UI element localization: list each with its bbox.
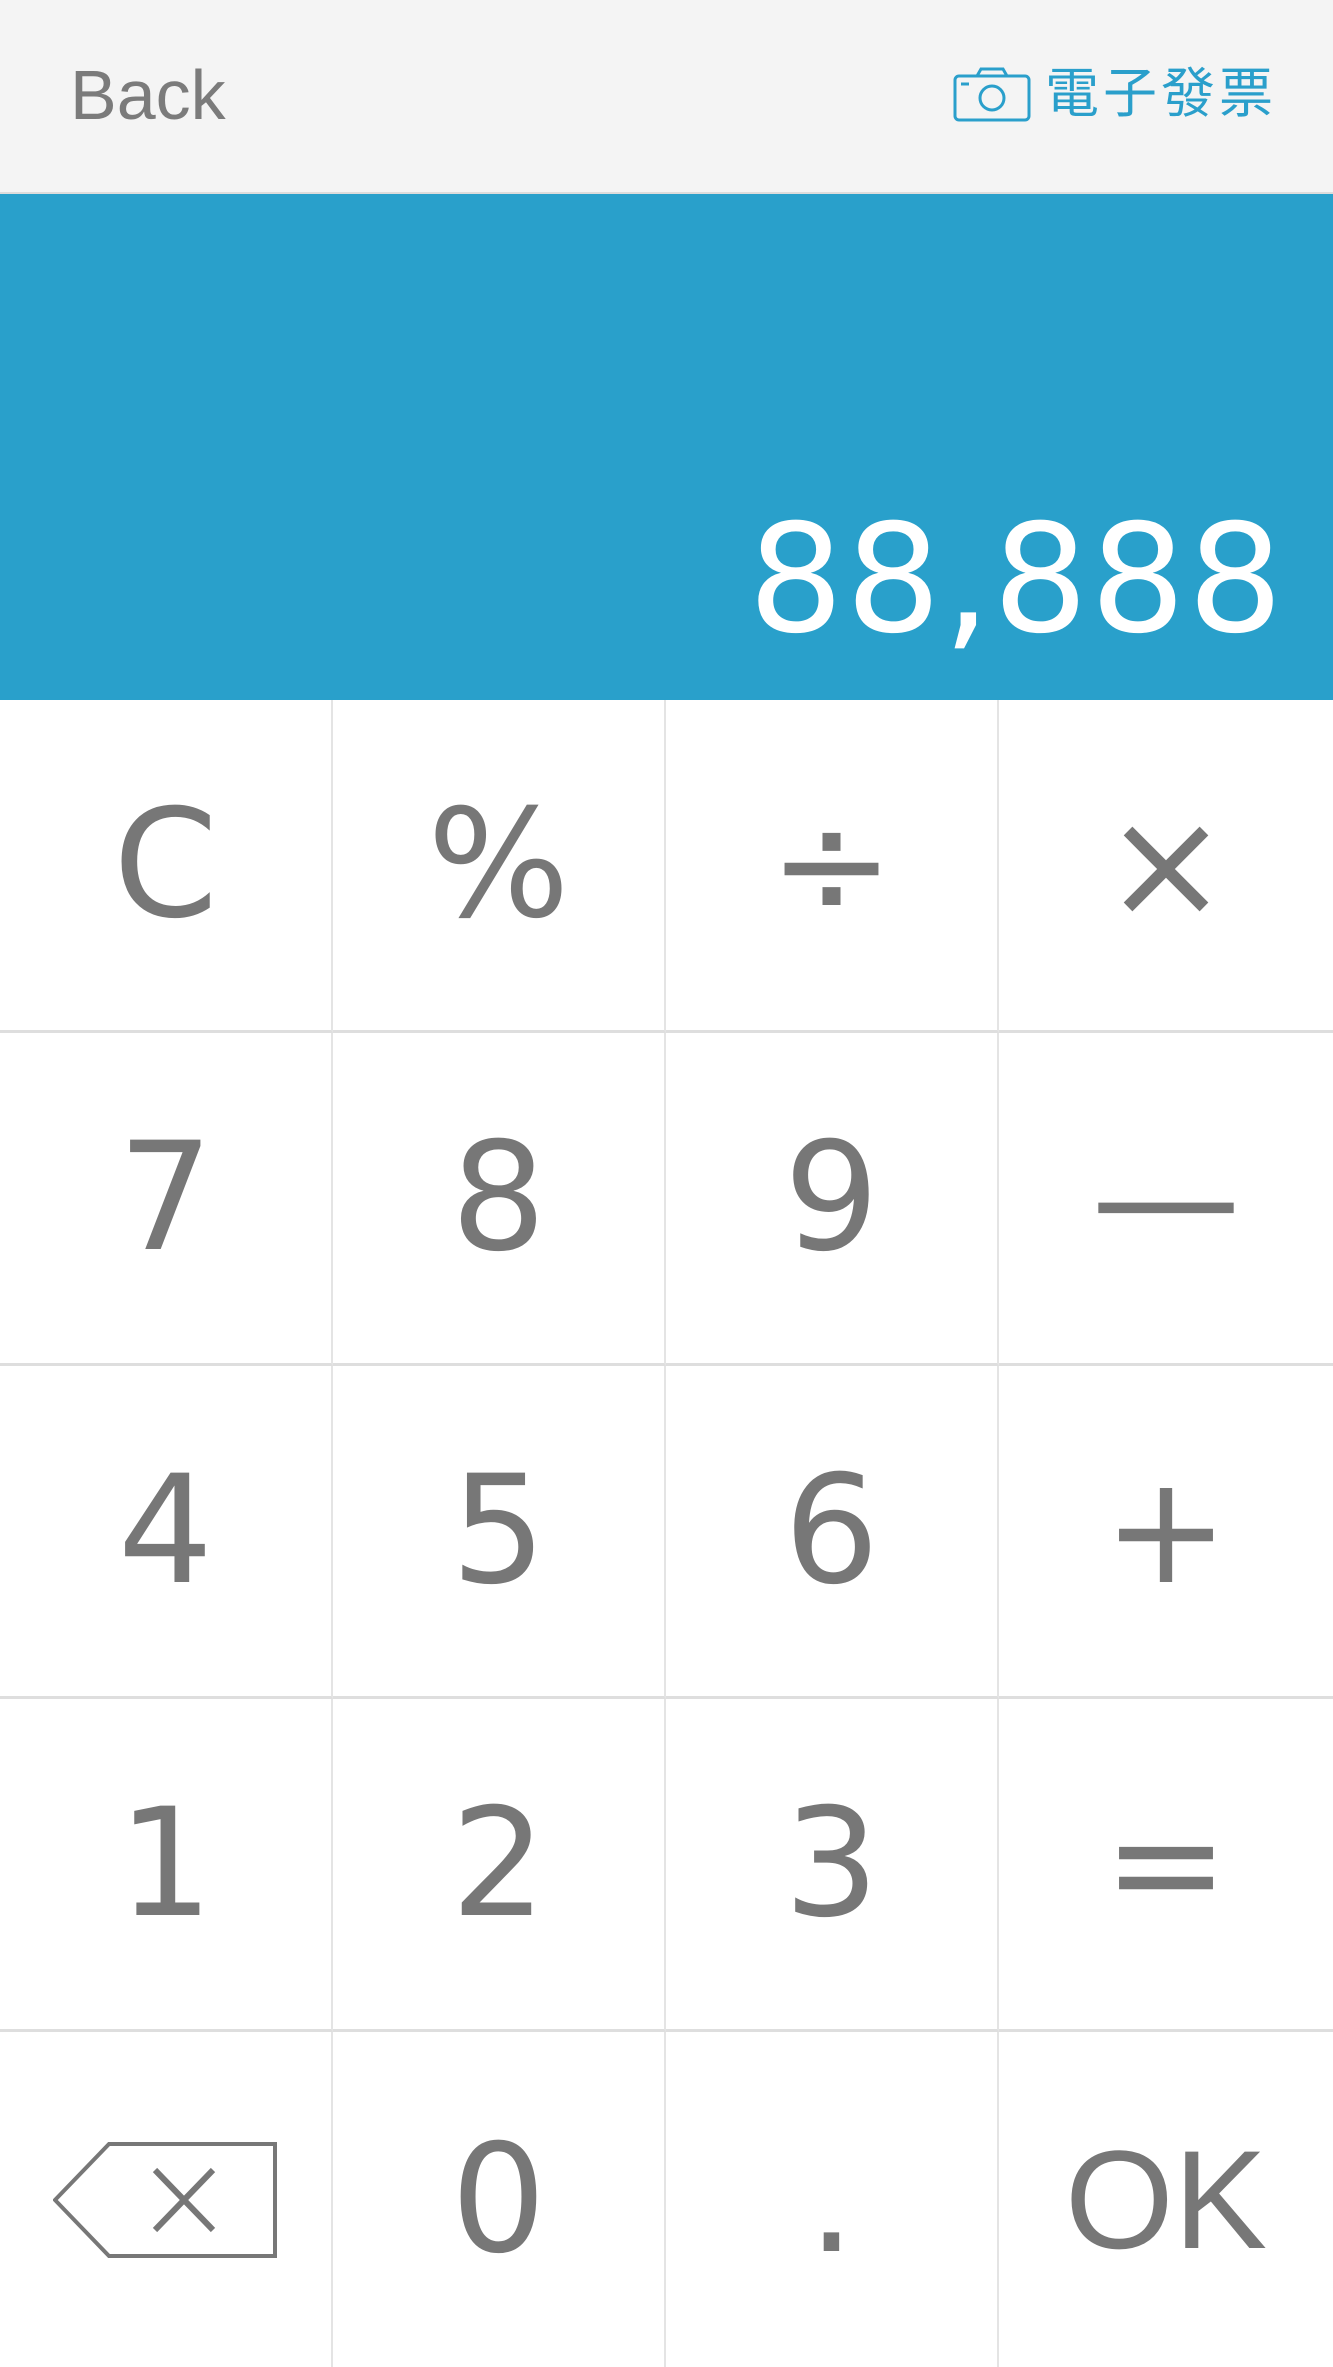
multiply-key-label: × xyxy=(1103,778,1229,952)
digit-0-label: 0 xyxy=(450,2112,547,2287)
digit-9-key[interactable]: 9 xyxy=(666,1033,999,1366)
equals-key-label: = xyxy=(1103,1777,1229,1951)
clear-key[interactable]: C xyxy=(0,700,333,1033)
percent-key-label: % xyxy=(427,778,570,952)
navigation-bar: Back 電子發票 xyxy=(0,0,1333,194)
digit-4-key[interactable]: 4 xyxy=(0,1366,333,1699)
minus-key[interactable]: — xyxy=(999,1033,1333,1366)
percent-key[interactable]: % xyxy=(333,700,666,1033)
digit-3-label: 3 xyxy=(783,1777,880,1951)
minus-key-label: — xyxy=(1091,1111,1241,1285)
digit-7-key[interactable]: 7 xyxy=(0,1033,333,1366)
digit-3-key[interactable]: 3 xyxy=(666,1699,999,2032)
digit-1-key[interactable]: 1 xyxy=(0,1699,333,2032)
backspace-icon xyxy=(52,2141,277,2258)
back-button[interactable]: Back xyxy=(70,50,226,140)
digit-6-key[interactable]: 6 xyxy=(666,1366,999,1699)
decimal-key[interactable]: . xyxy=(666,2032,999,2367)
multiply-key[interactable]: × xyxy=(999,700,1333,1033)
divide-key-label: ÷ xyxy=(768,778,895,952)
plus-key[interactable]: + xyxy=(999,1366,1333,1699)
decimal-key-label: . xyxy=(807,2112,856,2287)
digit-0-key[interactable]: 0 xyxy=(333,2032,666,2367)
digit-8-key[interactable]: 8 xyxy=(333,1033,666,1366)
digit-2-key[interactable]: 2 xyxy=(333,1699,666,2032)
ok-key[interactable]: OK xyxy=(999,2032,1333,2367)
equals-key[interactable]: = xyxy=(999,1699,1333,2032)
digit-8-label: 8 xyxy=(450,1111,547,1285)
display-value: 88,888 xyxy=(748,493,1285,667)
digit-4-label: 4 xyxy=(117,1444,214,1618)
digit-5-label: 5 xyxy=(450,1444,547,1618)
amount-display: 88,888 xyxy=(0,194,1333,700)
digit-6-label: 6 xyxy=(783,1444,880,1618)
digit-7-label: 7 xyxy=(117,1111,214,1285)
digit-5-key[interactable]: 5 xyxy=(333,1366,666,1699)
e-invoice-label: 電子發票 xyxy=(1045,62,1277,125)
calculator-screen: Back 電子發票 88,888 C % ÷ × 7 8 9 — 4 5 6 +… xyxy=(0,0,1333,2367)
digit-9-label: 9 xyxy=(783,1111,880,1285)
keypad: C % ÷ × 7 8 9 — 4 5 6 + 1 2 3 = 0 . OK xyxy=(0,700,1333,2367)
camera-icon xyxy=(953,67,1031,122)
digit-1-label: 1 xyxy=(117,1777,214,1951)
divide-key[interactable]: ÷ xyxy=(666,700,999,1033)
e-invoice-button[interactable]: 電子發票 xyxy=(953,56,1277,132)
digit-2-label: 2 xyxy=(450,1777,547,1951)
plus-key-label: + xyxy=(1103,1444,1229,1618)
clear-key-label: C xyxy=(113,778,218,952)
backspace-key[interactable] xyxy=(0,2032,333,2367)
ok-key-label: OK xyxy=(1064,2120,1268,2278)
